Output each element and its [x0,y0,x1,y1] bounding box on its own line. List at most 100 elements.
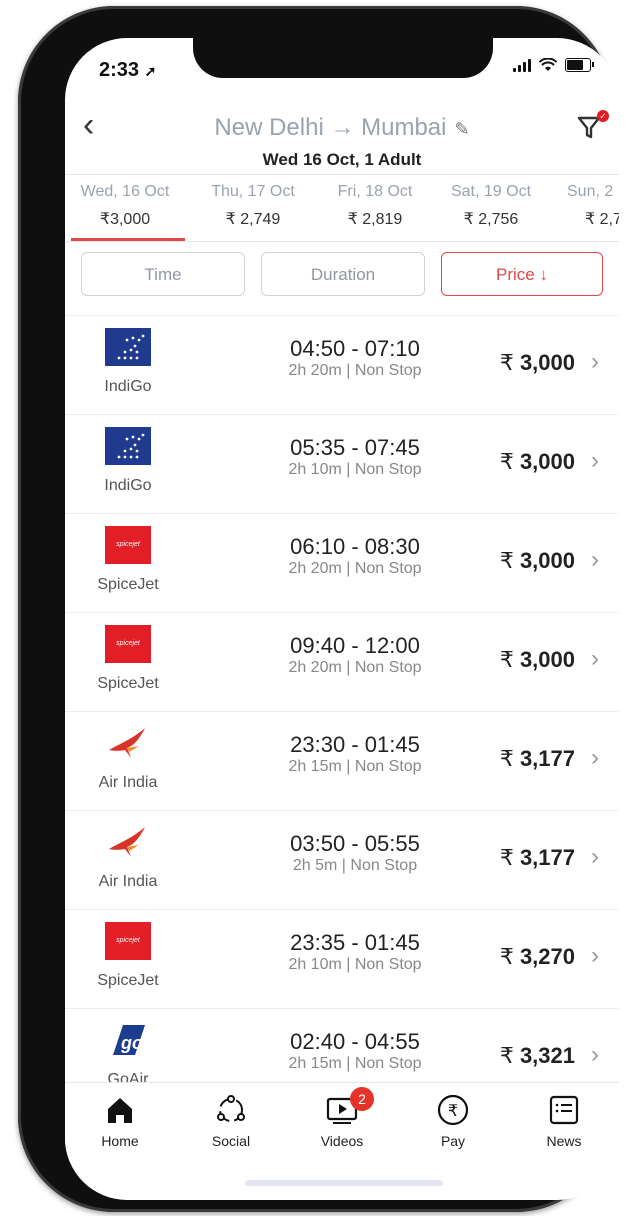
flight-row[interactable]: spicejet SpiceJet 06:10 - 08:30 2h 20m |… [65,513,619,612]
rupee-icon: ₹ [437,1094,469,1126]
route-title[interactable]: New Delhi → Mumbai ✎ [65,114,619,142]
flight-price: ₹ 3,000 [499,548,575,573]
flight-price: ₹ 3,000 [499,647,575,672]
chevron-right-icon: › [591,744,599,771]
tab-label: Social [211,1133,251,1149]
flight-price: ₹ 3,000 [499,449,575,474]
filter-button[interactable]: ✓ [577,110,609,142]
flight-duration: 2h 10m | Non Stop [288,956,422,973]
social-icon [217,1095,245,1122]
chevron-right-icon: › [591,348,599,375]
tab-home[interactable]: Home [70,1091,170,1149]
filter-active-badge: ✓ [597,110,609,122]
flight-price: ₹ 3,177 [499,746,575,771]
date-tab[interactable]: Thu, 17 Oct ₹ 2,749 [193,175,313,241]
flight-row[interactable]: Air India 03:50 - 05:55 2h 5m | Non Stop… [65,810,619,909]
flight-row[interactable]: spicejet SpiceJet 09:40 - 12:00 2h 20m |… [65,612,619,711]
flight-times: 05:35 - 07:45 [290,435,420,460]
flight-times: 09:40 - 12:00 [290,633,420,658]
chevron-right-icon: › [591,447,599,474]
chevron-right-icon: › [591,942,599,969]
date-selector: Wed, 16 Oct ₹3,000 Thu, 17 Oct ₹ 2,749 F… [65,174,619,242]
battery-icon [565,58,594,72]
tab-pay[interactable]: ₹ Pay [403,1091,503,1149]
spicejet-logo-icon: spicejet [105,922,151,960]
tab-label: Pay [440,1133,466,1149]
date-price: ₹ 2,819 [347,211,403,228]
news-icon [549,1095,579,1125]
flight-row[interactable]: spicejet SpiceJet 23:35 - 01:45 2h 10m |… [65,909,619,1008]
trip-subtitle: Wed 16 Oct, 1 Adult [262,150,422,169]
status-icons [513,58,594,72]
air-india-logo-icon [105,724,151,762]
airline-name: IndiGo [104,378,152,395]
flight-row[interactable]: Air India 23:30 - 01:45 2h 15m | Non Sto… [65,711,619,810]
device-notch [193,38,493,78]
flight-times: 03:50 - 05:55 [290,831,420,856]
flight-duration: 2h 10m | Non Stop [288,461,422,478]
flight-times: 23:30 - 01:45 [290,732,420,757]
tab-label: Home [101,1133,139,1149]
flight-row[interactable]: IndiGo 04:50 - 07:10 2h 20m | Non Stop ₹… [65,315,619,414]
flight-times: 02:40 - 04:55 [290,1029,420,1054]
sort-duration-button[interactable]: Duration [261,252,425,296]
tab-news[interactable]: News [514,1091,614,1149]
route-text: New Delhi → Mumbai [214,114,447,141]
date-price: ₹ 2,749 [225,211,281,228]
svg-text:₹: ₹ [448,1101,458,1120]
flight-times: 23:35 - 01:45 [290,930,420,955]
airline-name: IndiGo [104,477,152,494]
flight-duration: 2h 15m | Non Stop [288,1055,422,1072]
videos-badge: 2 [350,1087,374,1111]
wifi-icon [539,58,557,71]
goair-logo-icon: go [105,1021,151,1059]
phone-frame: 2:33 ➚ ‹ New Delhi → Mumbai ✎ Wed 16 Oct,… [18,6,619,1212]
date-tab[interactable]: Fri, 18 Oct ₹ 2,819 [315,175,435,241]
airline-name: SpiceJet [97,972,159,989]
spicejet-logo-icon: spicejet [105,526,151,564]
date-tab[interactable]: Wed, 16 Oct ₹3,000 [65,175,185,241]
flight-price: ₹ 3,321 [499,1043,575,1068]
chevron-right-icon: › [591,1041,599,1068]
sort-time-button[interactable]: Time [81,252,245,296]
airline-name: SpiceJet [97,675,159,692]
flight-price: ₹ 3,270 [499,944,575,969]
flight-times: 04:50 - 07:10 [290,336,420,361]
bottom-tab-bar: Home Social 2 Videos ₹ Pay News [65,1082,619,1163]
flight-duration: 2h 20m | Non Stop [288,560,422,577]
date-tab[interactable]: Sat, 19 Oct ₹ 2,756 [431,175,551,241]
airline-name: Air India [98,774,158,791]
flight-duration: 2h 20m | Non Stop [288,362,422,379]
flight-duration: 2h 5m | Non Stop [292,857,418,874]
chevron-right-icon: › [591,546,599,573]
date-label: Sun, 2 [567,183,614,200]
indigo-logo-icon [105,427,151,465]
tab-label: News [546,1133,582,1149]
edit-pencil-icon[interactable]: ✎ [454,119,469,139]
status-time: 2:33 ➚ [99,59,157,81]
date-price: ₹ 2,7 [585,211,619,228]
date-label: Wed, 16 Oct [80,183,170,200]
indigo-logo-icon [105,328,151,366]
date-label: Fri, 18 Oct [337,183,413,200]
date-price: ₹ 2,756 [463,211,519,228]
airline-name: SpiceJet [97,576,159,593]
flight-row[interactable]: IndiGo 05:35 - 07:45 2h 10m | Non Stop ₹… [65,414,619,513]
flight-price: ₹ 3,000 [499,350,575,375]
air-india-logo-icon [105,823,151,861]
chevron-right-icon: › [591,843,599,870]
tab-social[interactable]: Social [181,1091,281,1149]
flight-duration: 2h 20m | Non Stop [288,659,422,676]
airline-name: Air India [98,873,158,890]
date-label: Thu, 17 Oct [211,183,295,200]
location-arrow-icon: ➚ [144,63,157,79]
svg-text:go: go [120,1033,143,1053]
home-indicator [245,1180,443,1186]
home-icon [108,1098,132,1123]
sort-price-button[interactable]: Price ↓ [441,252,603,296]
app-screen: 2:33 ➚ ‹ New Delhi → Mumbai ✎ Wed 16 Oct,… [65,38,619,1200]
tab-videos[interactable]: 2 Videos [292,1087,392,1149]
flight-list: IndiGo 04:50 - 07:10 2h 20m | Non Stop ₹… [65,315,619,1107]
date-tab[interactable]: Sun, 2 ₹ 2,7 [555,175,619,241]
spicejet-logo-icon: spicejet [105,625,151,663]
